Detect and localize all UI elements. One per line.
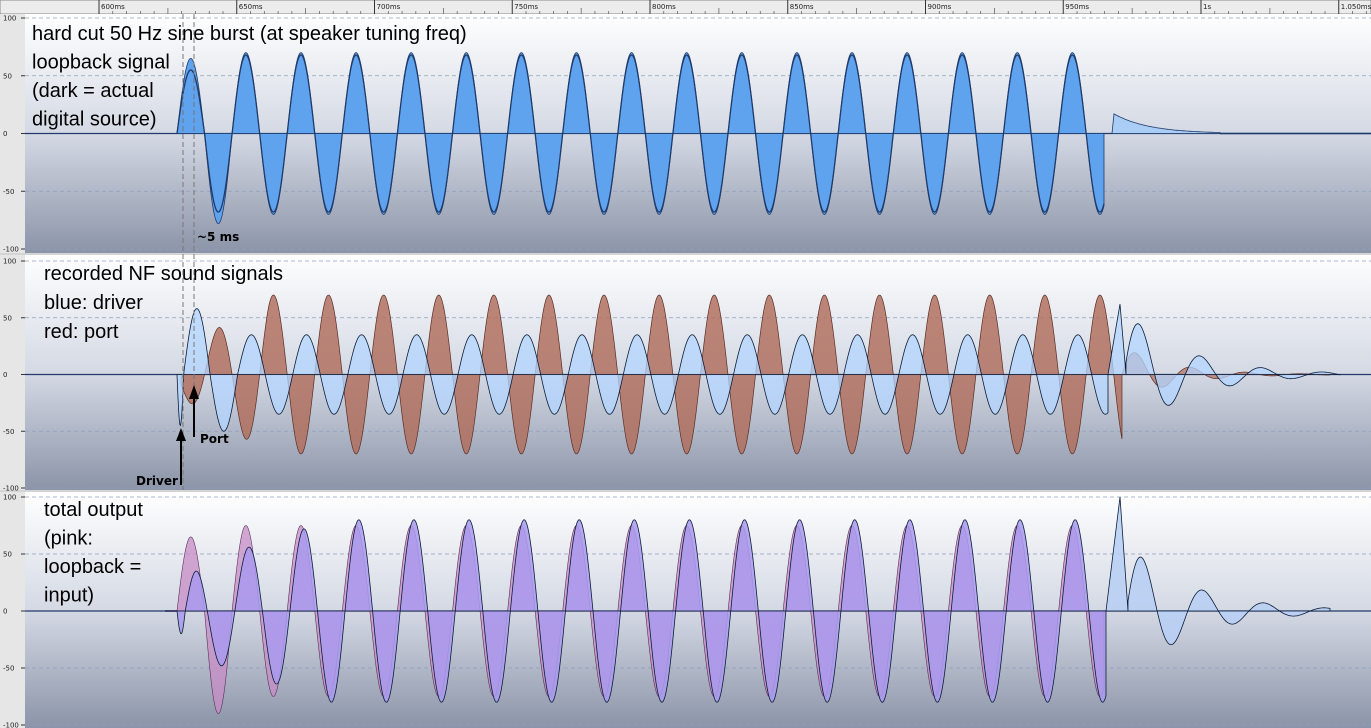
ruler-label: 1s [1203, 3, 1211, 11]
panel-text-line: loopback = [44, 556, 141, 578]
panel-text-line: (dark = actual [32, 80, 154, 102]
y-tick-label: -100 [3, 485, 19, 493]
port-label: Port [200, 432, 229, 446]
panel-text-line: digital source) [32, 109, 157, 131]
ruler-label: 850ms [790, 3, 814, 11]
time-ruler[interactable]: 600ms 650ms 700ms 750ms 800ms 850ms 900ms 950ms… [0, 0, 1371, 15]
y-tick-label: 50 [3, 551, 12, 559]
ruler-label: 900ms [928, 3, 952, 11]
panel-text-line: red: port [44, 321, 119, 343]
waveform-panel-middle[interactable]: 100 50 0 -50 -100 recorded NF sound signals bl… [0, 255, 1371, 493]
panel-text-line: total output [44, 499, 143, 521]
ruler-label: 750ms [514, 3, 538, 11]
y-tick-label: -50 [3, 188, 14, 196]
y-tick-label: 50 [3, 314, 12, 322]
ruler-background [0, 0, 1371, 15]
ruler-label: 800ms [652, 3, 676, 11]
ruler-label: 700ms [377, 3, 401, 11]
y-tick-label: -100 [3, 246, 19, 254]
y-tick-label: -50 [3, 665, 14, 673]
ruler-label: 650ms [239, 3, 263, 11]
panel-text-line: recorded NF sound signals [44, 263, 283, 285]
waveform-panel-bottom[interactable]: 100 50 0 -50 -100 total output (pink: loopback … [0, 492, 1371, 728]
y-tick-label: 50 [3, 72, 12, 80]
y-tick-label: 0 [3, 371, 7, 379]
y-tick-label: -100 [3, 722, 19, 728]
waveform-editor: 600ms 650ms 700ms 750ms 800ms 850ms 900ms 950ms… [0, 0, 1371, 728]
y-tick-label: -50 [3, 428, 14, 436]
y-tick-label: 100 [3, 258, 16, 266]
y-tick-label: 0 [3, 608, 7, 616]
ruler-label: 1.050ms [1341, 3, 1371, 11]
panel-text-line: blue: driver [44, 292, 143, 314]
driver-label: Driver [136, 474, 178, 488]
ruler-label: 950ms [1065, 3, 1089, 11]
panel-text-line: (pink: [44, 528, 93, 550]
panel-text-line: loopback signal [32, 52, 170, 74]
y-tick-label: 100 [3, 15, 16, 23]
y-tick-label: 0 [3, 130, 7, 138]
ruler-label: 600ms [101, 3, 125, 11]
y-tick-label: 100 [3, 494, 16, 502]
delay-label: ~5 ms [197, 230, 239, 244]
panel-text-line: input) [44, 585, 94, 607]
waveform-panel-top[interactable]: 100 50 0 -50 -100 hard cut 50 Hz sine burst (… [0, 14, 1371, 254]
panel-text-line: hard cut 50 Hz sine burst (at speaker tu… [32, 23, 467, 45]
